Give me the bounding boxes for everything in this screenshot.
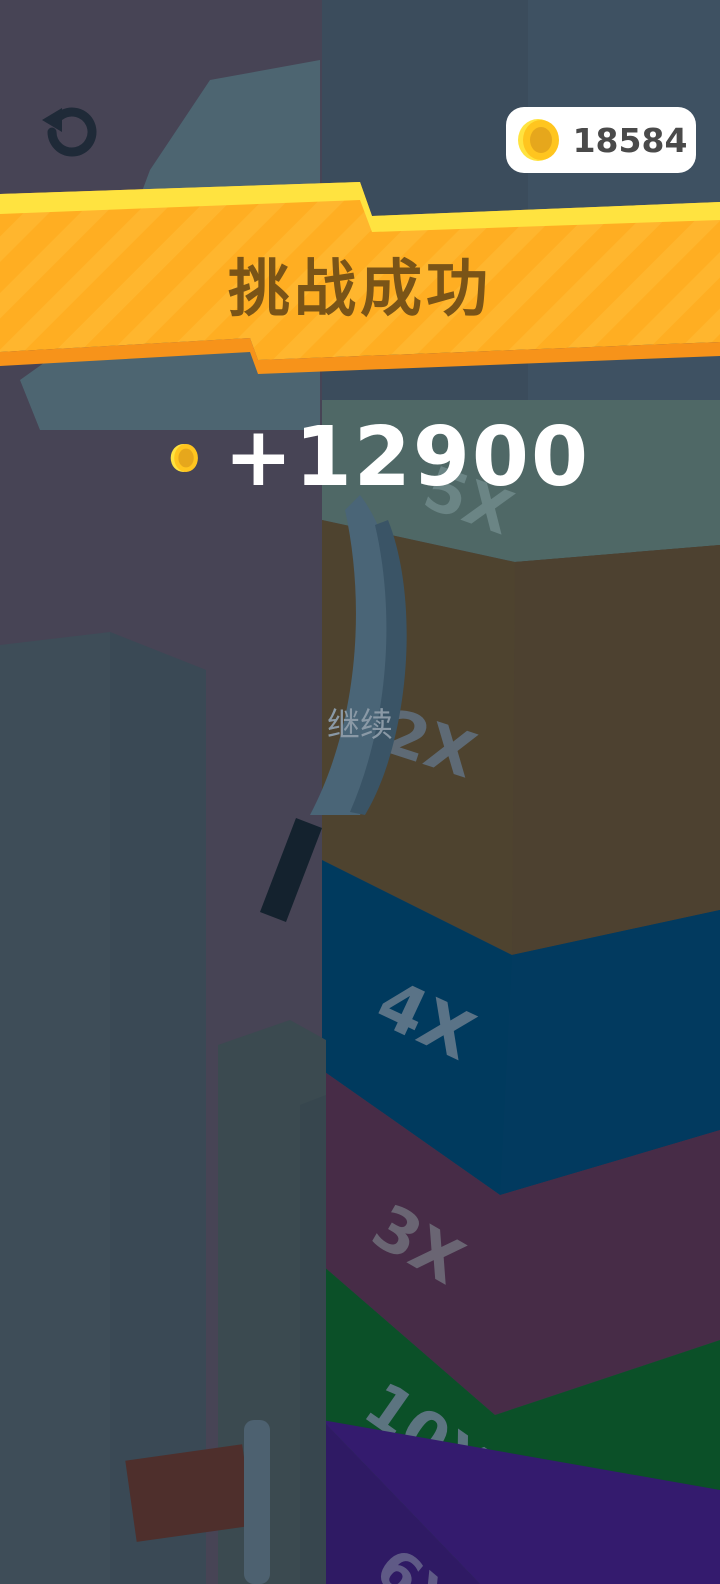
coin-icon xyxy=(518,119,559,161)
restart-button[interactable] xyxy=(36,100,104,168)
restart-icon xyxy=(42,107,97,157)
reward-amount: 12900 xyxy=(294,410,590,505)
result-title: 挑战成功 xyxy=(227,252,492,325)
reward-coin-icon xyxy=(170,444,198,472)
reward-prefix: + xyxy=(224,410,295,505)
continue-button[interactable]: 继续 xyxy=(300,698,420,746)
coin-total: 18584 xyxy=(572,120,688,160)
reward-row: + 12900 xyxy=(170,410,590,506)
coin-counter: 18584 xyxy=(506,107,696,173)
